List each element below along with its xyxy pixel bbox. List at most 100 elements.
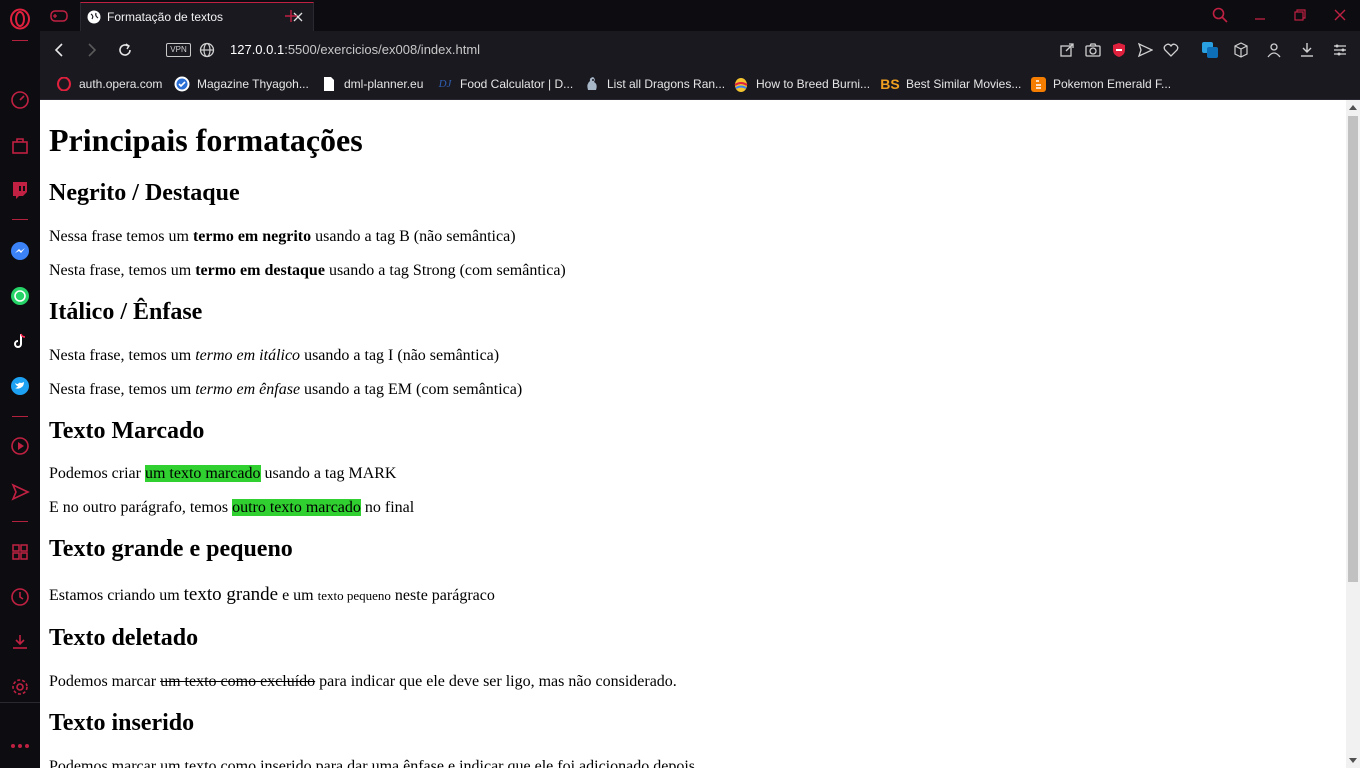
marked-text: um texto marcado [144,465,261,482]
emphasis-text: termo em ênfase [195,381,301,398]
bookmark-item[interactable]: BS Best Similar Movies... [880,75,1022,93]
bookmark-label: Food Calculator | D... [460,77,574,91]
workspaces-icon[interactable] [8,540,32,564]
sidebar-divider [12,521,28,522]
close-window-icon[interactable] [1328,4,1352,26]
reload-icon[interactable] [114,39,136,61]
url-field[interactable]: 127.0.0.1:5500/exercicios/ex008/index.ht… [230,42,480,57]
new-tab-plus-icon[interactable] [281,6,301,26]
text: e um [278,587,318,604]
download-icon[interactable] [1297,40,1317,60]
whatsapp-icon[interactable] [8,284,32,308]
bookmark-item[interactable]: auth.opera.com [56,75,162,93]
bookmark-item[interactable]: DJ Food Calculator | D... [437,75,574,93]
opera-icon [56,76,72,92]
text: Podemos marcar [49,673,161,690]
text: para indicar que ele deve ser ligo, mas … [315,673,677,690]
shopping-bag-icon[interactable] [8,133,32,157]
send-icon[interactable] [8,480,32,504]
url-path: :5500/exercicios/ex008/index.html [284,42,481,57]
bookmark-label: Magazine Thyagoh... [197,77,309,91]
sidebar-divider [12,40,28,41]
forward-icon[interactable] [81,39,103,61]
bold-text: termo em negrito [192,228,312,245]
messenger-icon[interactable] [8,239,32,263]
text: E no outro parágrafo, temos [49,499,233,516]
scroll-down-arrow-icon[interactable] [1346,754,1360,768]
history-icon[interactable] [8,585,32,609]
twitter-icon[interactable] [8,374,32,398]
gx-controller-icon[interactable] [48,6,70,26]
check-badge-icon [174,76,190,92]
tiktok-icon[interactable] [8,329,32,353]
paragraph: E no outro parágrafo, temos outro texto … [49,499,414,517]
paragraph: Podemos criar um texto marcado usando a … [49,465,396,483]
speed-dial-icon[interactable] [8,88,32,112]
text: Podemos criar [49,465,145,482]
tab-search-icon[interactable] [1208,4,1232,26]
section-heading: Texto inserido [49,710,195,736]
bookmark-item[interactable]: How to Breed Burni... [733,75,870,93]
settings-gear-icon[interactable] [8,675,32,699]
url-host: 127.0.0.1 [230,42,285,57]
text: Nesta frase, temos um [49,347,196,364]
bookmark-item[interactable]: Magazine Thyagoh... [174,75,309,93]
extension-translate-icon[interactable] [1200,40,1220,60]
profile-icon[interactable] [1264,40,1284,60]
paragraph: Podemos marcar um texto como inserido pa… [49,758,695,768]
restore-icon[interactable] [1288,4,1312,26]
section-heading: Texto Marcado [49,418,205,444]
dj-logo-icon: DJ [438,78,452,90]
tab-title: Formatação de textos [107,10,224,24]
text: Estamos criando um [49,587,184,604]
section-heading: Itálico / Ênfase [49,299,203,325]
bookmark-item[interactable]: Pokemon Emerald F... [1030,75,1171,93]
text: neste parágraco [390,587,495,604]
opera-logo-icon[interactable] [8,7,32,31]
tab-active[interactable]: Formatação de textos [80,2,314,31]
section-heading: Texto deletado [49,625,199,651]
small-text: texto pequeno [317,588,391,603]
flow-send-icon[interactable] [1135,40,1155,60]
text: usando a tag MARK [260,465,397,482]
big-text: texto grande [183,584,279,605]
bs-logo-icon: BS [880,76,900,92]
twitch-icon[interactable] [8,178,32,202]
scrollbar-thumb[interactable] [1348,116,1358,582]
heart-icon[interactable] [1161,40,1181,60]
adblock-shield-icon[interactable] [1109,40,1129,60]
player-icon[interactable] [8,434,32,458]
browser-sidebar [0,0,40,768]
bookmark-label: Best Similar Movies... [906,77,1022,91]
vpn-badge[interactable]: VPN [166,43,191,57]
back-icon[interactable] [48,39,70,61]
site-info-globe-icon[interactable] [196,39,218,61]
extensions-cube-icon[interactable] [1231,40,1251,60]
bookmark-item[interactable]: dml-planner.eu [321,75,423,93]
deleted-text: um texto como excluído [160,673,316,690]
paragraph: Nesta frase, temos um termo em ênfase us… [49,381,522,399]
marked-text: outro texto marcado [232,499,361,516]
web-page: Principais formatações Negrito / Destaqu… [40,100,1346,768]
text: Nesta frase, temos um [49,262,196,279]
minimize-icon[interactable] [1248,4,1272,26]
paragraph: Estamos criando um texto grande e um tex… [49,584,495,606]
paragraph: Nesta frase, temos um termo em destaque … [49,262,566,280]
blogger-icon [1030,76,1046,92]
page-scrollbar[interactable] [1346,100,1360,768]
bookmark-label: Pokemon Emerald F... [1053,77,1172,91]
bookmark-label: How to Breed Burni... [756,77,871,91]
file-icon [321,76,337,92]
scroll-up-arrow-icon[interactable] [1346,100,1360,114]
text: usando a tag EM (com semântica) [300,381,523,398]
share-icon[interactable] [1057,40,1077,60]
address-bar: VPN 127.0.0.1:5500/exercicios/ex008/inde… [40,31,1360,69]
bookmark-item[interactable]: List all Dragons Ran... [584,75,725,93]
bookmark-label: List all Dragons Ran... [607,77,726,91]
easy-setup-icon[interactable] [1330,40,1350,60]
camera-icon[interactable] [1083,40,1103,60]
downloads-icon[interactable] [8,630,32,654]
bookmark-label: auth.opera.com [79,77,163,91]
globe-icon [87,10,101,24]
more-options-icon[interactable] [8,734,32,758]
